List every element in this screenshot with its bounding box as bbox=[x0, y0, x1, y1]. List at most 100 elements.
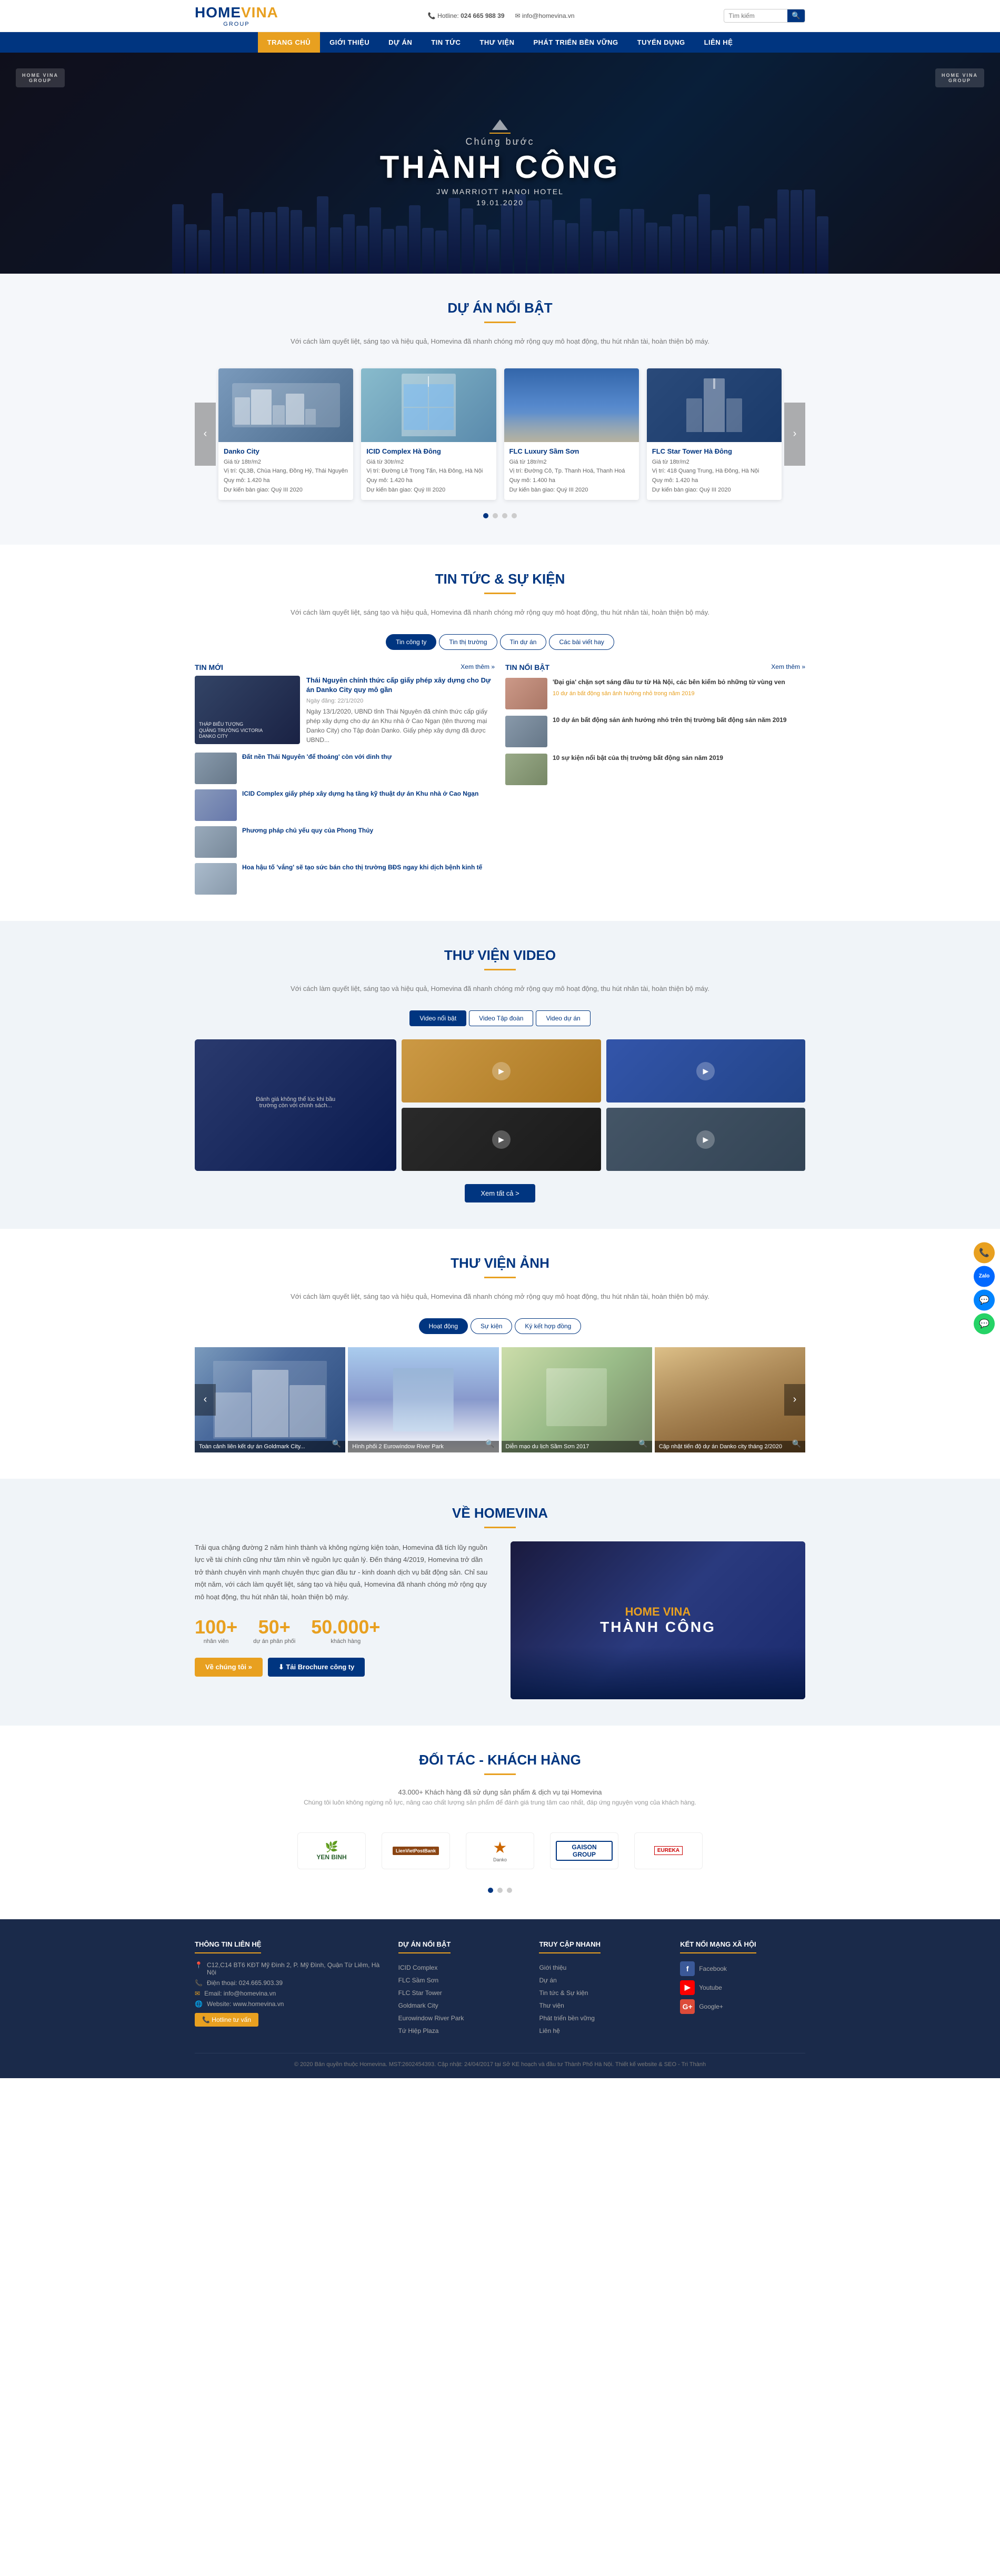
partner-dot-2[interactable] bbox=[497, 1888, 503, 1893]
news-featured[interactable]: THÁP BIỂU TƯỢNGQUẢNG TRƯỜNG VICTORIADANK… bbox=[195, 676, 495, 745]
projects-grid: Danko City Giá từ 18tr/m2 Vị trí: QL3B, … bbox=[216, 363, 784, 505]
carousel-next-btn[interactable]: › bbox=[784, 403, 805, 466]
footer-truy-cap-item-3[interactable]: Tin tức & Sự kiện bbox=[539, 1987, 664, 1999]
play-btn-4[interactable]: ▶ bbox=[696, 1130, 715, 1149]
news-item-2[interactable]: ICID Complex giấy phép xây dựng hạ tầng … bbox=[195, 789, 495, 821]
play-btn-1[interactable]: ▶ bbox=[492, 1062, 511, 1080]
photo-zoom-icon-2[interactable]: 🔍 bbox=[485, 1439, 494, 1448]
fixed-phone-btn[interactable]: 📞 bbox=[974, 1242, 995, 1263]
project-card-4[interactable]: FLC Star Tower Hà Đông Giá từ 18tr/m2 Vị… bbox=[647, 368, 782, 500]
dot-3[interactable] bbox=[502, 513, 507, 518]
footer-du-an-item-6[interactable]: Tứ Hiệp Plaza bbox=[398, 2024, 524, 2037]
search-input[interactable] bbox=[724, 10, 787, 22]
footer-hotline-btn[interactable]: 📞 Hotline tư vấn bbox=[195, 2013, 258, 2027]
news-tab-du-an[interactable]: Tin dự án bbox=[500, 634, 547, 650]
video-thumb-img-2: ▶ bbox=[606, 1039, 805, 1102]
btn-tai-brochure[interactable]: ⬇ Tải Brochure công ty bbox=[268, 1658, 365, 1677]
nav-du-an[interactable]: DỰ ÁN bbox=[379, 32, 422, 53]
partner-logo-star[interactable]: ★ Danko bbox=[466, 1832, 534, 1869]
social-item-youtube[interactable]: ▶ Youtube bbox=[680, 1980, 805, 1995]
video-main[interactable]: Đánh giá không thể lúc khi bầutrường còn… bbox=[195, 1039, 396, 1171]
dot-1[interactable] bbox=[483, 513, 488, 518]
photo-tab-hoat-dong[interactable]: Hoạt động bbox=[419, 1318, 468, 1334]
highlight-item-3[interactable]: 10 sự kiện nổi bật của thị trường bất độ… bbox=[505, 754, 805, 785]
video-thumb-1[interactable]: ▶ bbox=[402, 1039, 601, 1102]
social-item-google[interactable]: G+ Google+ bbox=[680, 1999, 805, 2014]
photo-nav-prev[interactable]: ‹ bbox=[195, 1384, 216, 1416]
photo-tab-ky-ket[interactable]: Ký kết hợp đồng bbox=[515, 1318, 581, 1334]
video-thumb-3[interactable]: ▶ bbox=[402, 1108, 601, 1171]
news-item-4[interactable]: Hoa hậu tố 'vắng' sẽ tạo sức bán cho thị… bbox=[195, 863, 495, 895]
photo-tab-su-kien[interactable]: Sự kiện bbox=[471, 1318, 512, 1334]
footer-truy-cap-item-1[interactable]: Giới thiệu bbox=[539, 1961, 664, 1974]
nav-thu-vien[interactable]: THƯ VIỆN bbox=[470, 32, 524, 53]
nav-tuyen-dung[interactable]: TUYỂN DỤNG bbox=[628, 32, 695, 53]
footer-du-an-item-3[interactable]: FLC Star Tower bbox=[398, 1987, 524, 1999]
dot-2[interactable] bbox=[493, 513, 498, 518]
social-item-facebook[interactable]: f Facebook bbox=[680, 1961, 805, 1976]
photo-section-subtitle: Với cách làm quyết liệt, sáng tạo và hiệ… bbox=[195, 1291, 805, 1302]
news-item-3[interactable]: Phương pháp chủ yếu quy của Phong Thủy bbox=[195, 826, 495, 858]
partner-logo-yenbinh[interactable]: 🌿 YEN BINH bbox=[297, 1832, 366, 1869]
partner-logo-eureka[interactable]: EUREKA bbox=[634, 1832, 703, 1869]
footer-truy-cap-item-2[interactable]: Dự án bbox=[539, 1974, 664, 1987]
carousel-prev-btn[interactable]: ‹ bbox=[195, 403, 216, 466]
nav-gioi-thieu[interactable]: GIỚI THIỆU bbox=[320, 32, 379, 53]
footer-du-an-item-5[interactable]: Eurowindow River Park bbox=[398, 2012, 524, 2024]
dot-4[interactable] bbox=[512, 513, 517, 518]
nav-lien-he[interactable]: LIÊN HỆ bbox=[695, 32, 743, 53]
partner-logo-lietviet[interactable]: LienVietPostBank bbox=[382, 1832, 450, 1869]
fixed-chat-btn[interactable]: 💬 bbox=[974, 1313, 995, 1334]
photo-item-4[interactable]: Cập nhật tiến độ dự án Danko city tháng … bbox=[655, 1347, 805, 1452]
project-card-3[interactable]: FLC Luxury Sầm Sơn Giá từ 18tr/m2 Vị trí… bbox=[504, 368, 639, 500]
btn-ve-chung-toi[interactable]: Về chúng tôi » bbox=[195, 1658, 263, 1677]
play-btn-3[interactable]: ▶ bbox=[492, 1130, 511, 1149]
video-tab-tap-doan[interactable]: Video Tập đoàn bbox=[469, 1010, 533, 1026]
footer-du-an-item-4[interactable]: Goldmark City bbox=[398, 1999, 524, 2012]
news-item-1[interactable]: Đất nền Thái Nguyên 'để thoáng' còn với … bbox=[195, 753, 495, 784]
nav-tin-tuc[interactable]: TIN TỨC bbox=[422, 32, 470, 53]
partner-logo-gaison[interactable]: GAISON GROUP bbox=[550, 1832, 618, 1869]
footer-du-an-item-1[interactable]: ICID Complex bbox=[398, 1961, 524, 1974]
footer-truy-cap-item-4[interactable]: Thư viện bbox=[539, 1999, 664, 2012]
photo-zoom-icon-1[interactable]: 🔍 bbox=[332, 1439, 341, 1448]
news-tab-thi-truong[interactable]: Tin thị trường bbox=[439, 634, 497, 650]
nav-phat-trien[interactable]: PHÁT TRIỂN BỀN VỮNG bbox=[524, 32, 627, 53]
photo-nav-next[interactable]: › bbox=[784, 1384, 805, 1416]
photo-zoom-icon-3[interactable]: 🔍 bbox=[638, 1439, 647, 1448]
photo-zoom-icon-4[interactable]: 🔍 bbox=[792, 1439, 801, 1448]
footer-truy-cap-item-5[interactable]: Phát triển bền vững bbox=[539, 2012, 664, 2024]
xem-them-video-btn[interactable]: Xem tất cả > bbox=[465, 1184, 535, 1202]
nav-trang-chu[interactable]: TRANG CHỦ bbox=[258, 32, 321, 53]
fixed-messenger-btn[interactable]: 💬 bbox=[974, 1289, 995, 1310]
news-highlight-see-more[interactable]: Xem thêm » bbox=[771, 663, 805, 671]
highlight-item-2[interactable]: 10 dự án bất động sản ảnh hưởng nhỏ trên… bbox=[505, 716, 805, 747]
news-item-img-3 bbox=[195, 826, 237, 858]
partner-dot-1[interactable] bbox=[488, 1888, 493, 1893]
photo-item-1[interactable]: Toàn cảnh liên kết dự án Goldmark City..… bbox=[195, 1347, 345, 1452]
video-tab-du-an[interactable]: Video dự án bbox=[536, 1010, 590, 1026]
news-featured-date: Ngày đăng: 22/1/2020 bbox=[306, 698, 495, 704]
project-card-2[interactable]: ICID Complex Hà Đông Giá từ 30tr/m2 Vị t… bbox=[361, 368, 496, 500]
search-button[interactable]: 🔍 bbox=[787, 9, 805, 22]
lietviet-logo-text: LienVietPostBank bbox=[393, 1847, 439, 1855]
photo-item-2[interactable]: Hình phối 2 Eurowindow River Park 🔍 bbox=[348, 1347, 498, 1452]
footer-du-an-item-2[interactable]: FLC Sầm Sơn bbox=[398, 1974, 524, 1987]
news-tab-bai-viet[interactable]: Các bài viết hay bbox=[549, 634, 614, 650]
video-thumb-4[interactable]: ▶ bbox=[606, 1108, 805, 1171]
footer-email-text: Email: info@homevina.vn bbox=[204, 1990, 276, 1997]
photo-item-3[interactable]: Diễn mạo du lịch Sầm Sơn 2017 🔍 bbox=[502, 1347, 652, 1452]
fixed-zalo-btn[interactable]: Zalo bbox=[974, 1266, 995, 1287]
news-see-more[interactable]: Xem thêm » bbox=[461, 663, 495, 671]
partner-dot-3[interactable] bbox=[507, 1888, 512, 1893]
logo[interactable]: HOMEVINA GROUP bbox=[195, 4, 278, 27]
video-thumb-2[interactable]: ▶ bbox=[606, 1039, 805, 1102]
photo-divider bbox=[484, 1277, 516, 1278]
video-tab-noi-bat[interactable]: Video nổi bật bbox=[409, 1010, 466, 1026]
play-btn-2[interactable]: ▶ bbox=[696, 1062, 715, 1080]
project-card-1[interactable]: Danko City Giá từ 18tr/m2 Vị trí: QL3B, … bbox=[218, 368, 353, 500]
highlight-item-1[interactable]: 'Đại gia' chặn sợt sáng đầu tư từ Hà Nội… bbox=[505, 678, 805, 709]
footer-truy-cap-item-6[interactable]: Liên hệ bbox=[539, 2024, 664, 2037]
search-box[interactable]: 🔍 bbox=[724, 9, 805, 23]
news-tab-cong-ty[interactable]: Tin công ty bbox=[386, 634, 436, 650]
